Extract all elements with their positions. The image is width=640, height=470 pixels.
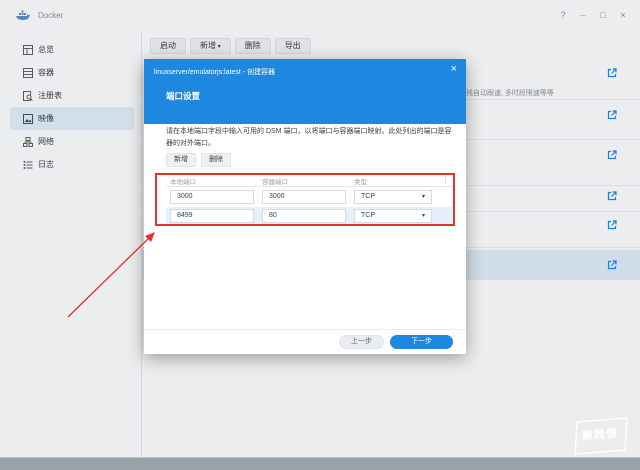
annotation-arrow <box>67 232 155 318</box>
